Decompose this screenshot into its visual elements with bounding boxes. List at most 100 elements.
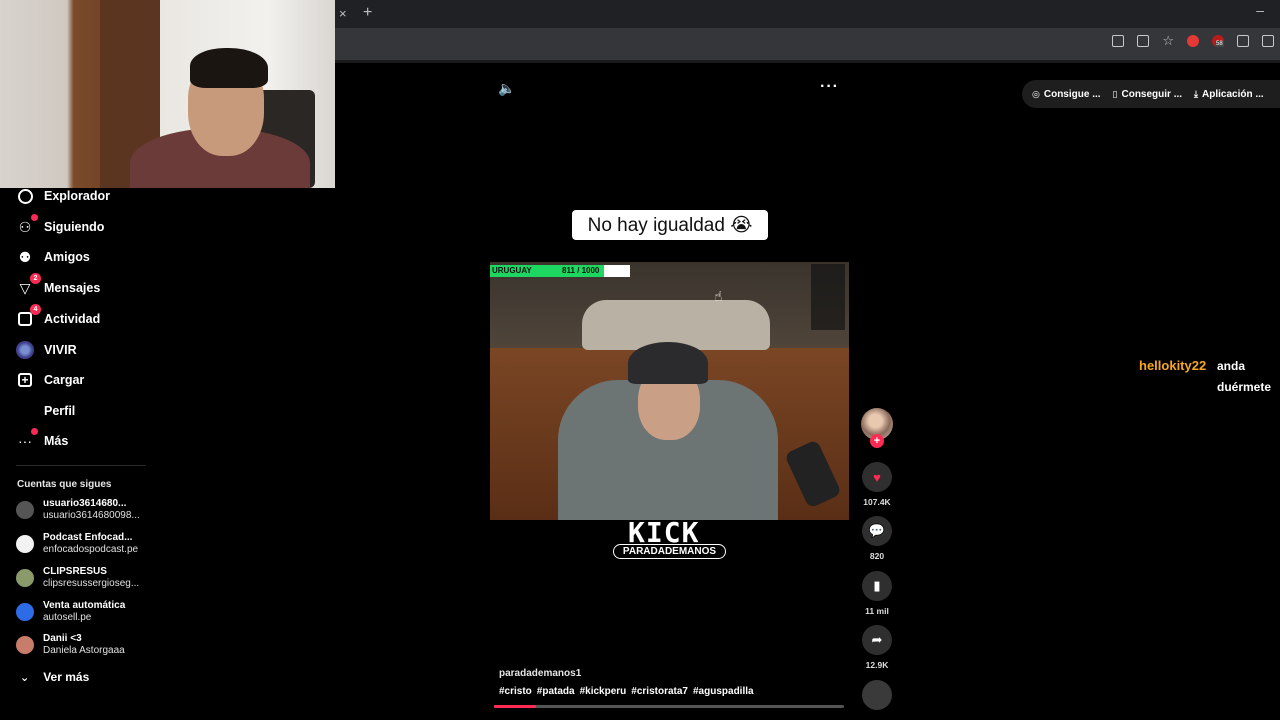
window-minimize-button[interactable]: – [1256, 2, 1264, 18]
volume-icon[interactable]: 🔈 [498, 80, 515, 97]
save-action[interactable]: ▮ 11 mil [861, 571, 893, 616]
sidebar-item-perfil[interactable]: Perfil [16, 401, 75, 421]
comment-icon[interactable]: 💬 [862, 516, 892, 546]
followed-account[interactable]: Danii <3 Daniela Astorgaaa [16, 631, 125, 659]
followed-account[interactable]: Podcast Enfocad... enfocadospodcast.pe [16, 530, 138, 558]
video-player[interactable]: URUGUAY 811 / 1000 [490, 262, 849, 520]
account-handle: enfocadospodcast.pe [43, 544, 139, 555]
pill-label: Conseguir ... [1121, 88, 1183, 100]
get-coins-button[interactable]: ◎ Consigue ... [1032, 89, 1101, 100]
mouse-cursor-icon: ☝ [714, 288, 723, 304]
avatar [16, 636, 34, 654]
sidebar-item-label: Mensajes [44, 281, 101, 295]
profile-icon [16, 402, 34, 420]
video-progress-bar[interactable] [494, 705, 844, 708]
compass-icon [16, 187, 34, 205]
sidebar-item-mas[interactable]: ··· Más [16, 428, 68, 451]
heart-icon[interactable]: ♥ [862, 462, 892, 492]
followed-account[interactable]: Venta automática autosell.pe [16, 598, 125, 626]
sidebar-divider [16, 465, 146, 466]
sidebar: Explorador ⚇ Siguiendo ⚉ Amigos ▽ 2 Mensa… [0, 188, 150, 720]
messages-icon: ▽ 2 [16, 273, 41, 297]
get-app-button[interactable]: ▯ Conseguir ... [1113, 89, 1183, 100]
following-icon: ⚇ [16, 214, 38, 236]
pill-label: Aplicación ... [1202, 88, 1264, 100]
more-options-icon[interactable]: ··· [820, 78, 839, 96]
activity-icon: 4 [16, 304, 41, 328]
activity-badge: 4 [30, 304, 41, 315]
account-name: Danii <3 [43, 633, 82, 644]
hashtag[interactable]: #cristo [499, 686, 532, 697]
share-icon[interactable]: ➦ [862, 625, 892, 655]
chat-message-line: duérmete [1217, 380, 1272, 394]
install-app-icon[interactable] [1112, 35, 1125, 47]
avatar [16, 569, 34, 587]
sidebar-item-actividad[interactable]: 4 Actividad [16, 304, 101, 329]
upload-icon: + [16, 371, 34, 389]
hashtag[interactable]: #kickperu [580, 686, 627, 697]
phone-icon: ▯ [1112, 88, 1118, 99]
sidebar-item-label: Perfil [44, 404, 76, 418]
extensions-puzzle-icon[interactable] [1237, 35, 1249, 47]
next-creator-avatar[interactable] [862, 680, 892, 710]
avatar [16, 501, 34, 519]
video-streamer-cap [628, 342, 708, 384]
extension-record-icon[interactable] [1187, 35, 1199, 47]
avatar [16, 603, 34, 621]
hashtag[interactable]: #cristorata7 [631, 686, 688, 697]
sidebar-item-label: Explorador [44, 189, 110, 203]
chat-message-line: anda [1217, 359, 1246, 373]
sidebar-item-vivir[interactable]: VIVIR [16, 340, 77, 360]
chevron-down-icon: ⌄ [20, 671, 30, 684]
sidebar-item-mensajes[interactable]: ▽ 2 Mensajes [16, 273, 101, 298]
toolbar-divider [335, 60, 1280, 63]
sidebar-item-siguiendo[interactable]: ⚇ Siguiendo [16, 214, 104, 237]
follow-plus-button[interactable]: + [870, 434, 884, 448]
account-name: Podcast Enfocad... [43, 532, 133, 543]
account-name: CLIPSRESUS [43, 566, 107, 577]
stream-goal-bar: URUGUAY 811 / 1000 [490, 265, 630, 277]
followed-account[interactable]: CLIPSRESUS clipsresussergioseg... [16, 564, 139, 592]
sidebar-item-cargar[interactable]: + Cargar [16, 370, 84, 390]
webcam-person-hair [190, 48, 268, 88]
tab-close-button[interactable]: × [339, 6, 347, 21]
sidebar-item-label: Amigos [44, 250, 90, 264]
see-more-label: Ver más [43, 670, 90, 684]
comment-action[interactable]: 💬 820 [861, 516, 893, 561]
video-author[interactable]: paradademanos1 [499, 668, 581, 679]
hashtag[interactable]: #aguspadilla [693, 686, 754, 697]
sidebar-item-explorador[interactable]: Explorador [16, 186, 110, 206]
more-icon: ··· [16, 428, 38, 450]
account-handle: usuario3614680098... [43, 510, 140, 521]
followed-account[interactable]: usuario3614680... usuario3614680098... [16, 496, 140, 524]
stream-goal-count: 811 / 1000 [562, 266, 600, 275]
like-action[interactable]: ♥ 107.4K [861, 462, 893, 507]
account-handle: Daniela Astorgaaa [43, 645, 125, 656]
following-accounts-title: Cuentas que sigues [17, 479, 112, 490]
video-hashtags: #cristo #patada #kickperu #cristorata7 #… [499, 686, 754, 697]
new-tab-button[interactable]: + [363, 4, 372, 22]
account-name: Venta automática [43, 600, 126, 611]
header-actions: ◎ Consigue ... ▯ Conseguir ... ⤓ Aplicación… [1022, 80, 1280, 108]
see-more-button[interactable]: ⌄ Ver más [20, 670, 89, 684]
translate-icon[interactable] [1137, 35, 1150, 47]
bookmark-star-icon[interactable]: ☆ [1162, 34, 1174, 47]
stream-goal-label: URUGUAY [492, 266, 532, 275]
hashtag[interactable]: #patada [537, 686, 575, 697]
download-app-button[interactable]: ⤓ Aplicación ... [1194, 89, 1264, 100]
share-action[interactable]: ➦ 12.9K [861, 625, 893, 670]
pill-label: Consigue ... [1043, 88, 1101, 100]
browser-toolbar: ☆ 58 [335, 28, 1280, 60]
reading-list-icon[interactable] [1262, 35, 1274, 47]
video-progress-fill [494, 705, 536, 708]
bookmark-icon[interactable]: ▮ [862, 571, 892, 601]
sidebar-item-label: Actividad [44, 312, 101, 326]
extension-badge-icon[interactable]: 58 [1212, 35, 1224, 47]
sidebar-item-amigos[interactable]: ⚉ Amigos [16, 247, 90, 267]
coin-icon: ◎ [1032, 88, 1040, 99]
download-icon: ⤓ [1194, 88, 1199, 99]
account-handle: clipsresussergioseg... [43, 578, 140, 589]
friends-icon: ⚉ [18, 248, 32, 265]
avatar [16, 535, 34, 553]
live-icon [16, 341, 34, 359]
